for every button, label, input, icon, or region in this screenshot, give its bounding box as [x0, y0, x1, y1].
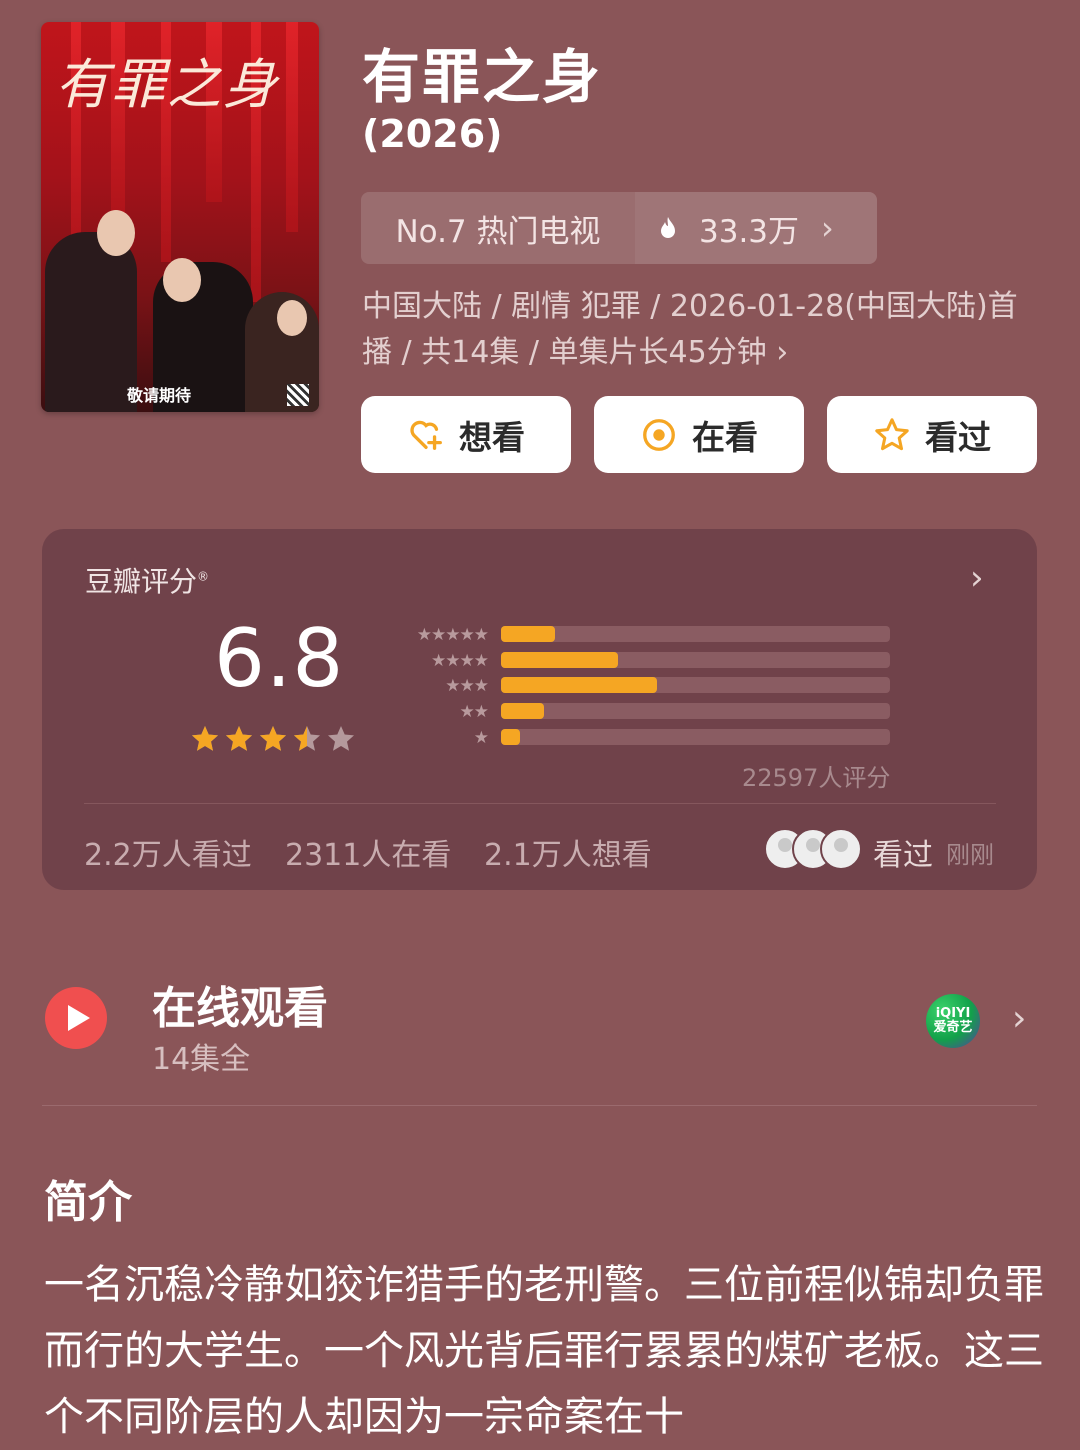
distribution-bar-5	[501, 626, 555, 642]
star-icon	[226, 726, 252, 751]
distribution-bar-4	[501, 652, 618, 668]
distribution-track	[501, 626, 890, 642]
star-icon	[328, 726, 354, 751]
friends-time: 刚刚	[946, 841, 994, 869]
heat-value: 33.3万	[699, 213, 800, 250]
want-to-watch-button[interactable]: 想看	[361, 396, 571, 473]
iqiyi-logo-icon[interactable]: iQIYI 爱奇艺	[926, 994, 980, 1048]
meta-info[interactable]: 中国大陆 / 剧情 犯罪 / 2026-01-28(中国大陆)首 播 / 共14…	[362, 284, 1042, 376]
distribution-track	[501, 677, 890, 693]
rating-label: 豆瓣评分®	[85, 565, 210, 598]
divider	[42, 1105, 1037, 1106]
star-outline-icon	[875, 417, 909, 450]
poster-title-art: 有罪之身	[55, 53, 279, 116]
want-to-watch-label: 想看	[459, 417, 525, 457]
want-count[interactable]: 2.1万人想看	[484, 830, 652, 874]
intro-heading: 简介	[44, 1177, 132, 1228]
rank-pill[interactable]: No.7 热门电视 33.3万 ›	[361, 192, 877, 264]
rating-count: 22597人评分	[742, 764, 891, 792]
watched-button[interactable]: 看过	[827, 396, 1037, 473]
poster-qr-icon	[287, 384, 309, 406]
poster-tagline: 敬请期待	[127, 386, 192, 405]
episode-count: 14集全	[152, 1042, 251, 1077]
distribution-stars-5: ★★★★★	[416, 625, 489, 645]
chevron-right-icon: ›	[776, 335, 789, 370]
friends-action: 看过	[873, 838, 933, 873]
watching-button[interactable]: 在看	[594, 396, 804, 473]
play-icon[interactable]	[45, 987, 107, 1049]
watched-count[interactable]: 2.2万人看过	[84, 830, 252, 874]
rating-stars	[190, 724, 356, 754]
distribution-track	[501, 703, 890, 719]
meta-line-2: 播 / 共14集 / 单集片长45分钟	[362, 335, 767, 370]
meta-line-1: 中国大陆 / 剧情 犯罪 / 2026-01-28(中国大陆)首	[362, 289, 1018, 324]
star-icon	[260, 726, 286, 751]
distribution-stars-4: ★★★★	[431, 651, 489, 671]
distribution-stars-2: ★★	[459, 702, 489, 722]
chevron-right-icon[interactable]: ›	[1012, 998, 1026, 1039]
star-icon	[294, 726, 320, 751]
poster-image[interactable]: 有罪之身 敬请期待	[41, 22, 319, 412]
distribution-bar-3	[501, 677, 657, 693]
distribution-bar-1	[501, 729, 520, 745]
watching-count[interactable]: 2311人在看	[285, 830, 451, 874]
chevron-right-icon[interactable]: ›	[970, 558, 984, 598]
watching-label: 在看	[692, 417, 758, 457]
distribution-bar-2	[501, 703, 544, 719]
target-circle-icon	[643, 418, 675, 451]
distribution-track	[501, 729, 890, 745]
heart-plus-icon	[410, 420, 442, 450]
distribution-track	[501, 652, 890, 668]
avatar	[820, 828, 862, 870]
intro-text[interactable]: 一名沉稳冷静如狡诈猎手的老刑警。三位前程似锦却负罪而行的大学生。一个风光背后罪行…	[44, 1252, 1054, 1450]
release-year: (2026)	[362, 112, 503, 156]
friend-avatars[interactable]	[764, 828, 864, 870]
page-title: 有罪之身	[362, 43, 603, 111]
watched-label: 看过	[925, 417, 991, 457]
rank-label: No.7 热门电视	[395, 213, 601, 250]
heat-segment[interactable]: 33.3万 ›	[635, 192, 877, 264]
star-icon	[192, 726, 218, 751]
flame-icon	[661, 217, 675, 238]
chevron-right-icon: ›	[821, 209, 834, 247]
distribution-stars-3: ★★★	[445, 676, 489, 696]
rating-score: 6.8	[214, 612, 345, 705]
divider	[84, 803, 996, 804]
online-watch-title[interactable]: 在线观看	[152, 972, 328, 1036]
distribution-stars-1: ★	[473, 728, 489, 748]
